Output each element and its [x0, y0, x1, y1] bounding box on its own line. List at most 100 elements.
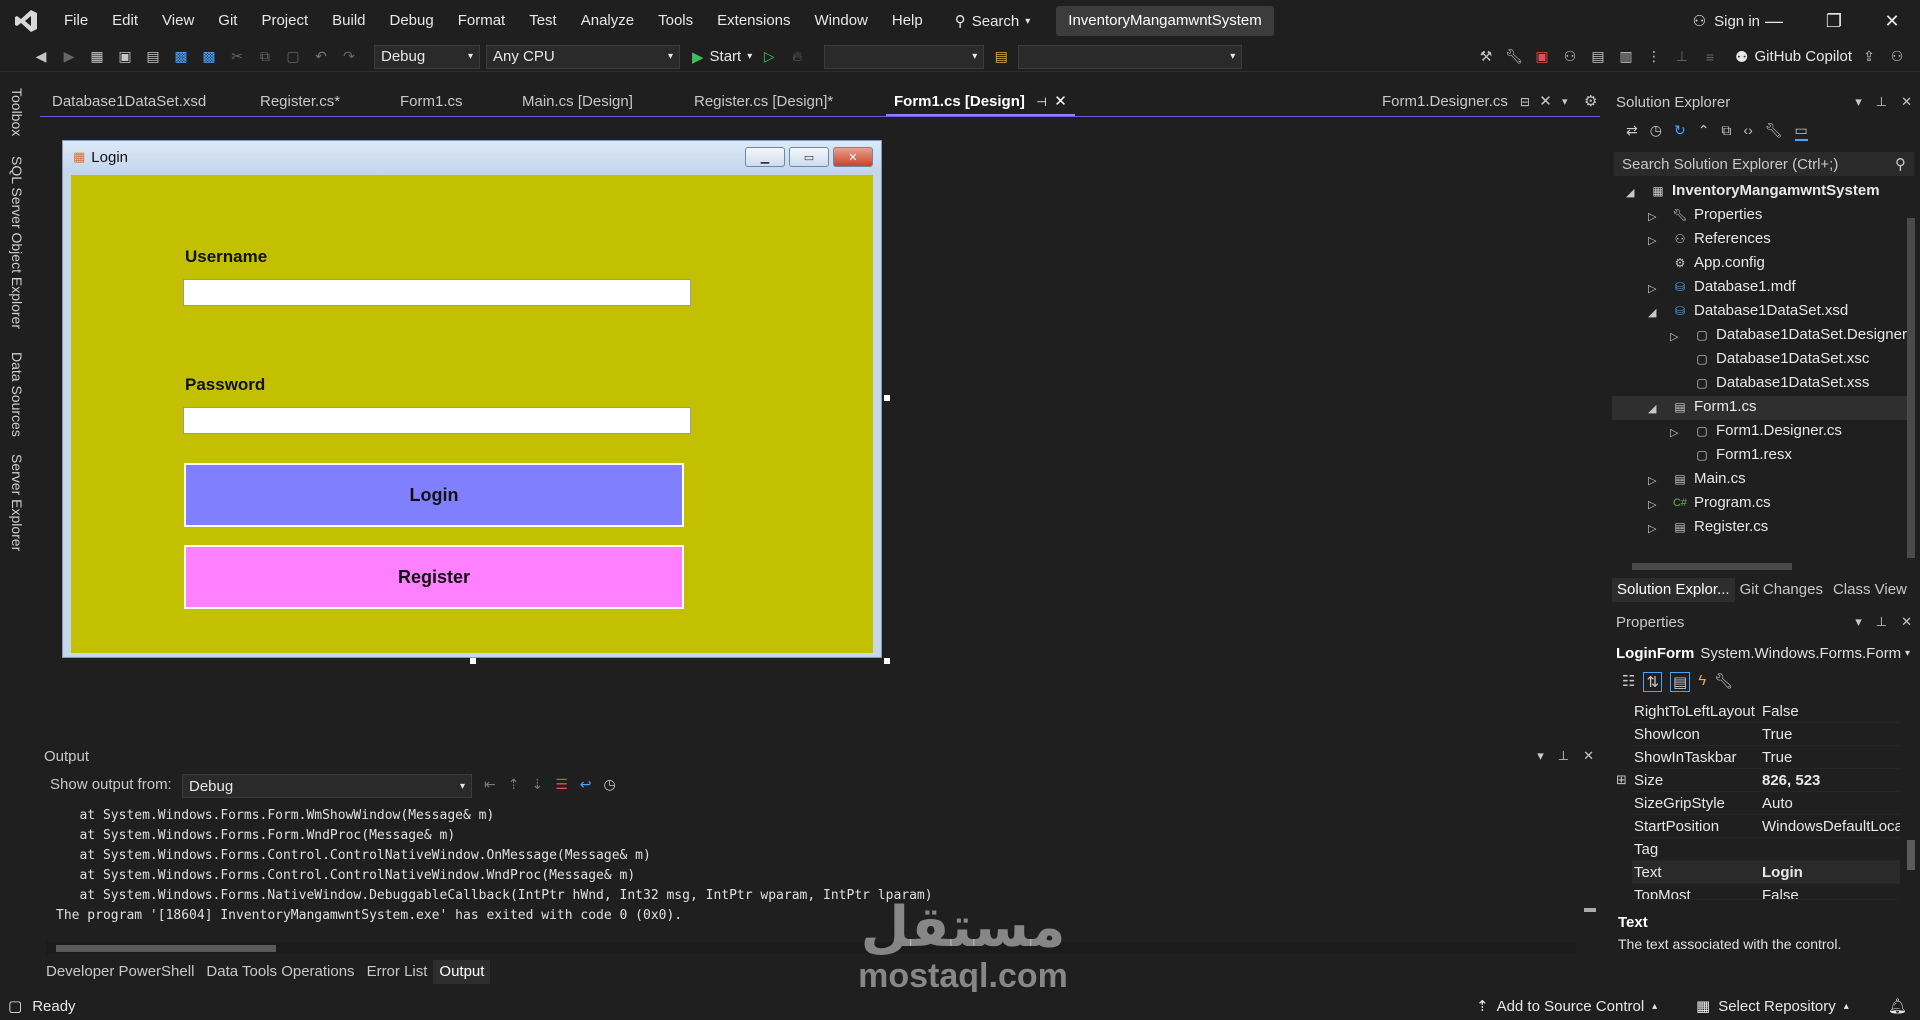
menu-format[interactable]: Format [446, 0, 518, 42]
next-message-icon[interactable]: ⇣ [531, 776, 543, 793]
resize-handle-right[interactable] [884, 395, 890, 401]
forward-icon[interactable]: ▶ [58, 46, 80, 68]
menu-project[interactable]: Project [249, 0, 320, 42]
tree-item-register-cs[interactable]: ▤ Register.cs [1672, 516, 1768, 538]
resize-handle-corner[interactable] [884, 658, 890, 664]
tab-form1-designer-cs[interactable]: Form1.Designer.cs ⊟ ✕ [1374, 88, 1568, 116]
start-without-debugging-icon[interactable]: ▷ [758, 46, 780, 68]
notifications-bell-icon[interactable]: 🔔︎ [1888, 997, 1907, 1015]
collapse-all-icon[interactable]: ⌃ [1698, 122, 1710, 141]
menu-edit[interactable]: Edit [100, 0, 150, 42]
property-row-topmost[interactable]: TopMost False [1632, 884, 1900, 900]
menu-git[interactable]: Git [206, 0, 249, 42]
resize-handle-bottom[interactable] [470, 658, 476, 664]
tree-item-references[interactable]: ⚇ References [1672, 228, 1771, 250]
events-lightning-icon[interactable]: ϟ [1698, 672, 1706, 692]
form-maximize-icon[interactable]: ▭ [789, 147, 829, 167]
login-form-window[interactable]: ▦ Login ▁ ▭ ✕ Username Password Login Re… [62, 140, 882, 658]
property-row-size[interactable]: Size 826, 523 [1632, 769, 1900, 792]
close-icon[interactable]: ✕ [1583, 748, 1594, 764]
align-icon[interactable]: ⋮ [1643, 46, 1665, 68]
username-input[interactable] [183, 279, 691, 306]
solution-vertical-scrollbar[interactable] [1904, 188, 1918, 558]
tree-item-database1-mdf[interactable]: ⛁ Database1.mdf [1672, 276, 1796, 298]
property-row-righttoleftlayout[interactable]: RightToLeftLayout False [1632, 700, 1900, 723]
output-horizontal-scrollbar[interactable] [46, 942, 1576, 954]
properties-wrench-icon[interactable]: 🔧︎ [1765, 122, 1783, 141]
form-minimize-icon[interactable]: ▁ [745, 147, 785, 167]
feedback-icon[interactable]: ⚇ [1886, 46, 1908, 68]
password-input[interactable] [183, 407, 691, 434]
clear-all-icon[interactable]: ☰ [555, 776, 568, 793]
previous-message-icon[interactable]: ⇡ [508, 776, 520, 793]
tab-main-cs-design[interactable]: Main.cs [Design] [514, 88, 641, 116]
menu-build[interactable]: Build [320, 0, 377, 42]
undo-icon[interactable]: ↶ [310, 46, 332, 68]
alphabetical-icon[interactable]: ⇅ [1643, 672, 1663, 692]
tree-item-form1-resx[interactable]: ▢ Form1.resx [1694, 444, 1792, 466]
pin-icon[interactable]: ⊣ [1036, 88, 1046, 116]
layout-icon[interactable]: ▥ [1615, 46, 1637, 68]
tree-item-database1dataset-xsd[interactable]: ⛁ Database1DataSet.xsd [1672, 300, 1848, 322]
restore-icon[interactable]: ❐ [1804, 0, 1864, 42]
property-row-tag[interactable]: Tag [1632, 838, 1900, 861]
pin-icon[interactable]: ⊥ [1876, 614, 1887, 630]
collapsed-arrow-icon[interactable]: ▷ [1648, 522, 1656, 535]
code-view-icon[interactable]: ‹› [1743, 122, 1752, 141]
expanded-arrow-icon[interactable]: ◢ [1648, 402, 1656, 415]
folder-icon[interactable]: ▤ [990, 46, 1012, 68]
rail-tab-server-explorer[interactable]: Server Explorer [9, 454, 25, 551]
rail-tab-toolbox[interactable]: Toolbox [9, 88, 25, 136]
collapsed-arrow-icon[interactable]: ▷ [1648, 210, 1656, 223]
property-row-text[interactable]: Text Login [1632, 861, 1900, 884]
collapsed-arrow-icon[interactable]: ▷ [1648, 498, 1656, 511]
select-repository-button[interactable]: ▦ Select Repository ▴ [1696, 997, 1849, 1016]
github-copilot-button[interactable]: ⚉ GitHub Copilot [1735, 48, 1852, 66]
panel-menu-icon[interactable]: ▾ [1537, 748, 1544, 764]
add-to-source-control-button[interactable]: ⇡ Add to Source Control ▴ [1476, 997, 1657, 1016]
properties-vertical-scrollbar[interactable] [1904, 700, 1918, 900]
close-icon[interactable]: ✕ [1054, 88, 1067, 116]
property-row-showicon[interactable]: ShowIcon True [1632, 723, 1900, 746]
property-row-showintaskbar[interactable]: ShowInTaskbar True [1632, 746, 1900, 769]
collapsed-arrow-icon[interactable]: ▷ [1648, 474, 1656, 487]
back-icon[interactable]: ◀ [30, 46, 52, 68]
close-icon[interactable]: ✕ [1862, 0, 1920, 42]
pin-icon[interactable]: ⊥ [1558, 748, 1569, 764]
pin-icon[interactable]: ⊟ [1520, 88, 1530, 116]
pin-icon[interactable]: ⊥ [1876, 94, 1887, 110]
tab-class-view[interactable]: Class View [1828, 578, 1912, 602]
tab-register-cs-design[interactable]: Register.cs [Design]* [686, 88, 841, 116]
search-box[interactable]: ⚲ Search ▾ [945, 6, 1041, 36]
find-message-icon[interactable]: ⇤ [484, 776, 496, 793]
rail-tab-data-sources[interactable]: Data Sources [9, 352, 25, 437]
save-icon[interactable]: ▩ [170, 46, 192, 68]
property-row-sizegripstyle[interactable]: SizeGripStyle Auto [1632, 792, 1900, 815]
close-icon[interactable]: ✕ [1901, 614, 1912, 630]
form-close-icon[interactable]: ✕ [833, 147, 873, 167]
output-status-icon[interactable]: ▢ [8, 997, 22, 1015]
order-icon[interactable]: ≡ [1699, 46, 1721, 68]
close-icon[interactable]: ✕ [1539, 88, 1552, 116]
cut-icon[interactable]: ✂ [226, 46, 248, 68]
tree-item-program-cs[interactable]: C# Program.cs [1672, 492, 1771, 514]
server-icon[interactable]: ▤ [1587, 46, 1609, 68]
settings-gear-icon[interactable]: ⚙ [1576, 88, 1605, 116]
rail-tab-sql-server-object-explorer[interactable]: SQL Server Object Explorer [9, 156, 25, 329]
menu-view[interactable]: View [150, 0, 206, 42]
tab-list-dropdown-icon[interactable]: ▾ [1554, 88, 1576, 116]
menu-window[interactable]: Window [803, 0, 880, 42]
solution-horizontal-scrollbar[interactable] [1618, 560, 1904, 572]
output-text-area[interactable]: at System.Windows.Forms.Form.WmShowWindo… [40, 804, 1582, 958]
switch-views-icon[interactable]: ⇄ [1626, 122, 1638, 141]
redo-icon[interactable]: ↷ [338, 46, 360, 68]
tree-item-form1-designer-cs[interactable]: ▢ Form1.Designer.cs [1694, 420, 1842, 442]
panel-menu-icon[interactable]: ▾ [1855, 614, 1862, 630]
startup-item-select[interactable]: ▾ [1018, 44, 1243, 69]
property-pages-icon[interactable]: 🔧︎ [1714, 672, 1733, 692]
output-source-select[interactable]: Debug ▾ [182, 774, 472, 798]
properties-view-icon[interactable]: ▤ [1670, 672, 1691, 692]
tab-form1-cs[interactable]: Form1.cs [392, 88, 471, 116]
wrench-icon[interactable]: 🔧︎ [1503, 46, 1525, 68]
sync-icon[interactable]: ↻ [1674, 122, 1686, 141]
